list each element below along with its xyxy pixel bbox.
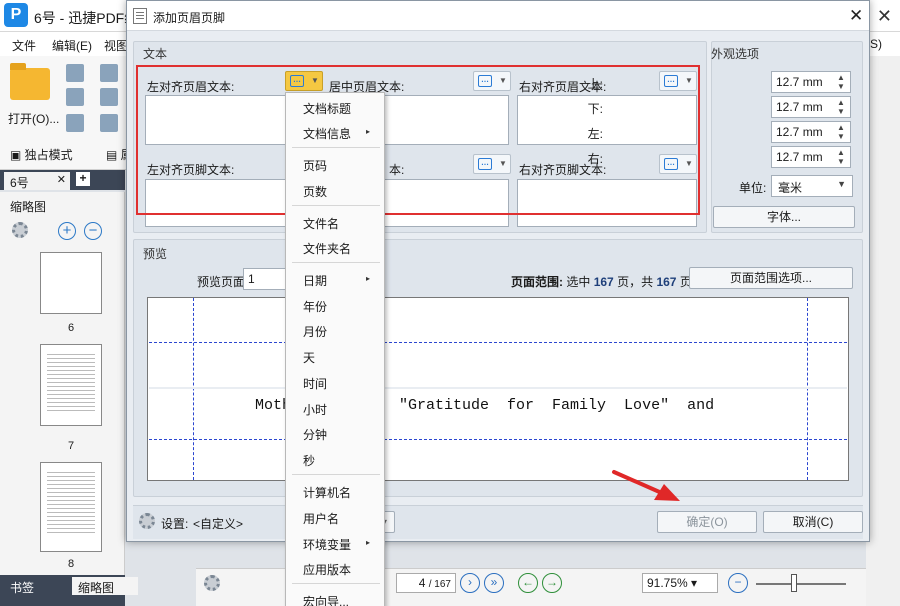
annotation-arrow xyxy=(612,470,680,501)
